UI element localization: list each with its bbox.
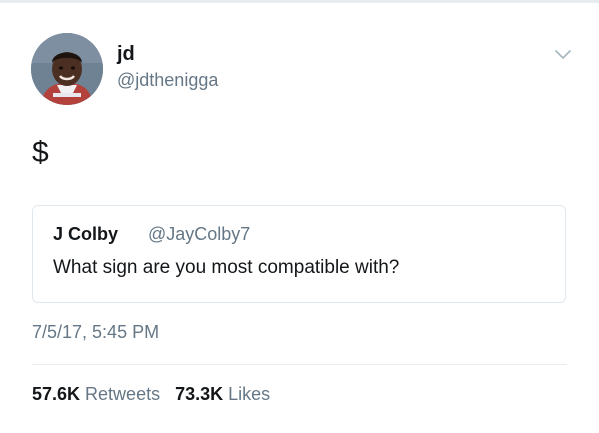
quoted-author-handle: @JayColby7: [148, 224, 251, 244]
profile-photo-icon: [31, 33, 103, 105]
quoted-tweet-card[interactable]: J Colby @JayColby7 What sign are you mos…: [32, 205, 566, 303]
stats-divider: [32, 364, 567, 365]
tweet-stats: 57.6K Retweets 73.3K Likes: [32, 383, 270, 405]
tweet-timestamp[interactable]: 7/5/17, 5:45 PM: [32, 321, 159, 343]
likes-stat[interactable]: 73.3K Likes: [175, 383, 270, 405]
quoted-author-name: J Colby: [53, 224, 119, 244]
likes-count: 73.3K: [175, 384, 224, 404]
likes-label: Likes: [228, 384, 271, 404]
author-handle[interactable]: @jdthenigga: [117, 69, 218, 91]
quoted-tweet-text: What sign are you most compatible with?: [53, 257, 400, 278]
retweets-count: 57.6K: [32, 384, 81, 404]
chevron-down-icon: [555, 50, 571, 59]
tweet-text: $: [32, 136, 49, 169]
tweet-menu-button[interactable]: [552, 45, 574, 63]
top-divider: [0, 0, 599, 3]
author-display-name[interactable]: jd: [117, 42, 135, 66]
retweets-stat[interactable]: 57.6K Retweets: [32, 383, 160, 405]
avatar[interactable]: [31, 33, 103, 105]
retweets-label: Retweets: [85, 384, 161, 404]
